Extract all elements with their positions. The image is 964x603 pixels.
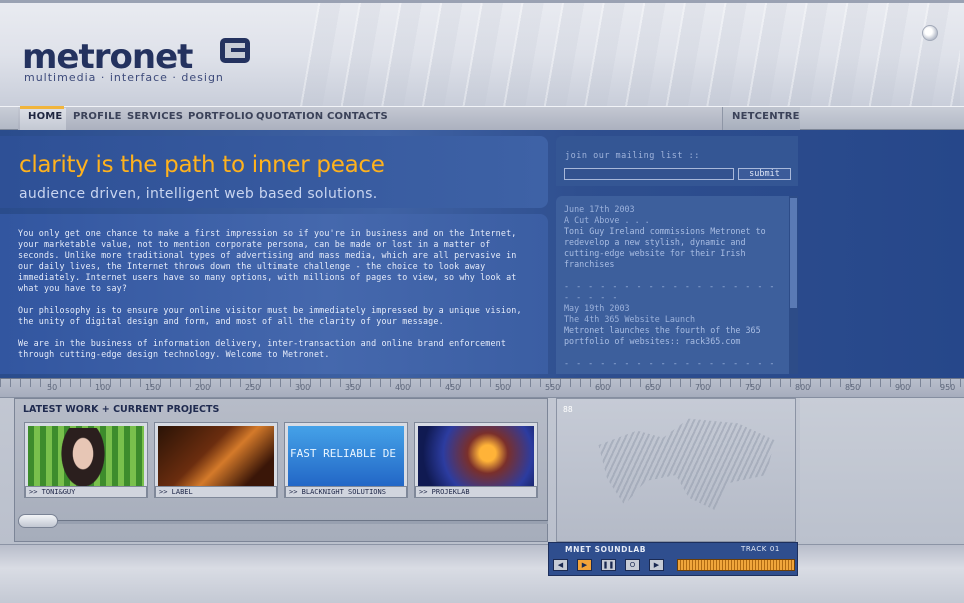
ruler-label: 100 bbox=[95, 383, 111, 392]
ruler-label: 800 bbox=[795, 383, 811, 392]
news-item[interactable]: June 17th 2003 A Cut Above . . . Toni Gu… bbox=[564, 204, 786, 303]
main-content: clarity is the path to inner peace audie… bbox=[0, 130, 964, 378]
logo-tagline: multimedia · interface · design bbox=[24, 71, 224, 84]
news-scrollbar[interactable] bbox=[789, 196, 798, 374]
intro-paragraph: Our philosophy is to ensure your online … bbox=[18, 305, 522, 326]
mailing-list-panel: join our mailing list :: submit bbox=[556, 136, 798, 186]
world-map-panel: 88 bbox=[556, 398, 796, 542]
project-label[interactable]: >> PROJEKLAB bbox=[415, 486, 537, 498]
logo-icon[interactable] bbox=[220, 38, 250, 63]
project-label[interactable]: >> LABEL bbox=[155, 486, 277, 498]
nav-item-netcentre[interactable]: NETCENTRE bbox=[732, 111, 800, 129]
ruler-label: 50 bbox=[47, 383, 58, 392]
intro-paragraph: We are in the business of information de… bbox=[18, 338, 507, 359]
stop-icon[interactable]: O bbox=[625, 559, 640, 571]
site-header: metronet multimedia · interface · design bbox=[0, 0, 964, 109]
nav-item-services[interactable]: SERVICES bbox=[127, 111, 183, 129]
ruler-label: 700 bbox=[695, 383, 711, 392]
next-icon[interactable]: ▶ bbox=[649, 559, 664, 571]
intro-panel: You only get one chance to make a first … bbox=[0, 214, 548, 374]
right-decor-pane bbox=[800, 398, 964, 542]
news-panel: June 17th 2003 A Cut Above . . . Toni Gu… bbox=[556, 196, 798, 374]
ruler-label: 300 bbox=[295, 383, 311, 392]
ruler-label: 200 bbox=[195, 383, 211, 392]
news-date: May 19th 2003 bbox=[564, 303, 630, 313]
nav-item-portfolio[interactable]: PORTFOLIO bbox=[188, 111, 254, 129]
project-thumb-text: FAST RELIABLE DE bbox=[290, 447, 396, 460]
hero-subtitle: audience driven, intelligent web based s… bbox=[19, 186, 378, 202]
mailing-list-submit-button[interactable]: submit bbox=[738, 168, 791, 180]
main-nav: HOME PROFILE SERVICES PORTFOLIO QUOTATIO… bbox=[0, 106, 964, 131]
header-texture bbox=[300, 3, 960, 109]
hero-panel: clarity is the path to inner peace audie… bbox=[0, 136, 548, 208]
ruler-label: 600 bbox=[595, 383, 611, 392]
ruler-label: 750 bbox=[745, 383, 761, 392]
ruler-label: 450 bbox=[445, 383, 461, 392]
pause-icon[interactable]: ❚❚ bbox=[601, 559, 616, 571]
news-separator: - - - - - - - - - - - - - - - - - - - - … bbox=[564, 281, 776, 302]
ruler-label: 550 bbox=[545, 383, 561, 392]
mailing-list-email-input[interactable] bbox=[564, 168, 734, 180]
play-icon[interactable]: ▶ bbox=[577, 559, 592, 571]
ruler-label: 150 bbox=[145, 383, 161, 392]
news-item[interactable]: May 19th 2003 The 4th 365 Website Launch… bbox=[564, 303, 786, 374]
projects-slider-handle[interactable] bbox=[18, 514, 58, 528]
nav-item-home[interactable]: HOME bbox=[28, 111, 62, 129]
soundlab-player: MNET SOUNDLAB TRACK 01 ◀ ▶ ❚❚ O ▶ bbox=[548, 542, 798, 576]
nav-active-underline bbox=[20, 106, 64, 109]
nav-item-profile[interactable]: PROFILE bbox=[73, 111, 122, 129]
projects-slider-track[interactable] bbox=[18, 520, 548, 524]
world-map-icon bbox=[598, 418, 775, 511]
equalizer-display bbox=[677, 559, 795, 571]
ruler-label: 950 bbox=[940, 383, 956, 392]
footer-strip bbox=[0, 544, 964, 603]
ruler-label: 500 bbox=[495, 383, 511, 392]
ruler-label: 400 bbox=[395, 383, 411, 392]
news-headline: A Cut Above . . . bbox=[564, 215, 650, 225]
mailing-list-label: join our mailing list :: bbox=[565, 151, 700, 161]
news-separator: - - - - - - - - - - - - - - - - - - - - … bbox=[564, 358, 776, 374]
ruler-label: 350 bbox=[345, 383, 361, 392]
news-text: Toni Guy Ireland commissions Metronet to… bbox=[564, 226, 766, 269]
screw-icon bbox=[922, 25, 938, 41]
news-scrollbar-thumb[interactable] bbox=[790, 198, 797, 308]
ruler-label: 900 bbox=[895, 383, 911, 392]
map-number: 88 bbox=[563, 405, 573, 414]
ruler: 50 100 150 200 250 300 350 400 450 500 5… bbox=[0, 378, 964, 398]
ruler-label: 250 bbox=[245, 383, 261, 392]
nav-item-quotation[interactable]: QUOTATION bbox=[256, 111, 323, 129]
news-text: Metronet launches the fourth of the 365 … bbox=[564, 325, 761, 346]
ruler-label: 850 bbox=[845, 383, 861, 392]
intro-text: You only get one chance to make a first … bbox=[18, 228, 533, 371]
nav-item-contacts[interactable]: CONTACTS bbox=[327, 111, 388, 129]
project-label[interactable]: >> BLACKNIGHT SOLUTIONS bbox=[285, 486, 407, 498]
portrait-image bbox=[58, 428, 108, 492]
soundlab-title: MNET SOUNDLAB bbox=[565, 545, 647, 554]
intro-paragraph: You only get one chance to make a first … bbox=[18, 228, 517, 293]
hero-title: clarity is the path to inner peace bbox=[19, 152, 385, 178]
projects-title: LATEST WORK + CURRENT PROJECTS bbox=[23, 404, 220, 415]
ruler-label: 650 bbox=[645, 383, 661, 392]
project-label[interactable]: >> TONI&GUY bbox=[25, 486, 147, 498]
soundlab-track: TRACK 01 bbox=[741, 545, 780, 553]
news-date: June 17th 2003 bbox=[564, 204, 635, 214]
previous-icon[interactable]: ◀ bbox=[553, 559, 568, 571]
news-headline: The 4th 365 Website Launch bbox=[564, 314, 696, 324]
